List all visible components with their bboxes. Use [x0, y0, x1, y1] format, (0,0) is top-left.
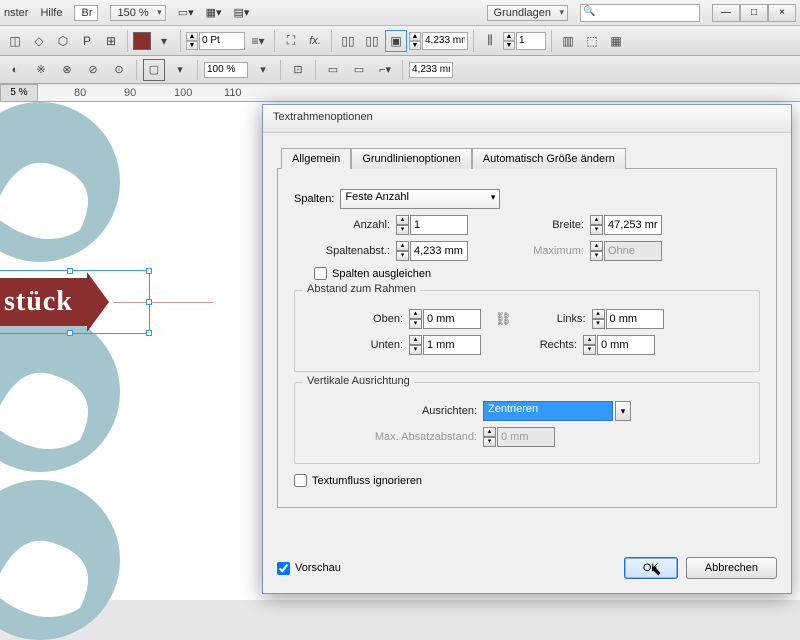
tool-icon[interactable]: ◐	[4, 59, 26, 81]
search-input[interactable]	[580, 4, 700, 22]
valign-legend: Vertikale Ausrichtung	[303, 375, 414, 387]
preview-checkbox[interactable]	[277, 562, 290, 575]
gutter-label: Spaltenabst.:	[294, 245, 390, 257]
tool-icon[interactable]: ⬚	[581, 30, 603, 52]
tool-icon[interactable]: ⬡	[52, 30, 74, 52]
inset-left-field[interactable]: ▴▾	[592, 309, 664, 329]
control-panel-row2: ◐ ※ ⊗ ⊘ ⊙ ▢ ▾ ▾ ⊡ ▭ ▭ ⌐▾	[0, 56, 800, 84]
columns-mode-dropdown[interactable]: Feste Anzahl	[340, 189, 500, 209]
link-icon[interactable]: ⛓	[495, 311, 512, 327]
menu-fenster[interactable]: nster	[4, 7, 28, 19]
tool-icon[interactable]: ※	[30, 59, 52, 81]
tool-icon[interactable]: ⊡	[287, 59, 309, 81]
tool-icon[interactable]: ▦	[605, 30, 627, 52]
columns-icon[interactable]: ⫼	[479, 30, 501, 52]
dropdown-icon[interactable]: ▾	[252, 59, 274, 81]
dropdown-icon[interactable]: ▾	[153, 30, 175, 52]
artwork-circle	[0, 102, 120, 262]
tool-icon[interactable]: ◇	[28, 30, 50, 52]
percent-field[interactable]	[204, 62, 248, 78]
chevron-down-icon[interactable]: ▾	[615, 401, 631, 421]
cancel-button[interactable]: Abbrechen	[686, 557, 777, 579]
inset-bottom-label: Unten:	[307, 339, 403, 351]
tab-general[interactable]: Allgemein	[281, 148, 351, 169]
tab-baseline[interactable]: Grundlinienoptionen	[351, 148, 471, 169]
tab-autosize[interactable]: Automatisch Größe ändern	[472, 148, 626, 169]
control-panel-row1: ◫ ◇ ⬡ P ⊞ ▾ ▲▼ ≡▾ ⛶ fx. ▯▯ ▯▯ ▣ ▲▼ ⫼ ▲▼ …	[0, 26, 800, 56]
width-label: Breite:	[474, 219, 584, 231]
maximum-field: ▴▾	[590, 241, 662, 261]
screen-mode-icon[interactable]: ▭▾	[178, 6, 194, 19]
arrange-icon[interactable]: ▦▾	[206, 6, 222, 19]
stroke-style-icon[interactable]: ≡▾	[247, 30, 269, 52]
fill-swatch[interactable]	[133, 32, 151, 50]
gutter-field[interactable]: ▴▾	[396, 241, 468, 261]
count-field[interactable]: ▴▾	[396, 215, 468, 235]
fx-icon[interactable]: fx.	[304, 30, 326, 52]
dialog-tabs: Allgemein Grundlinienoptionen Automatisc…	[281, 147, 791, 168]
scale-icon[interactable]: ⛶	[280, 30, 302, 52]
inset-spacing-group: Abstand zum Rahmen Oben: ▴▾ ⛓ Links: ▴▾ …	[294, 290, 760, 372]
horizontal-ruler: 80 90 100 110	[38, 86, 800, 102]
text-tool-icon[interactable]: P	[76, 30, 98, 52]
max-para-label: Max. Absatzabstand:	[307, 431, 477, 443]
menu-hilfe[interactable]: Hilfe	[40, 7, 62, 19]
dialog-footer: Vorschau OK Abbrechen	[277, 557, 777, 579]
artwork-circle	[0, 480, 120, 640]
artwork-circle	[0, 312, 120, 472]
ignore-text-wrap-checkbox[interactable]	[294, 474, 307, 487]
width-field[interactable]: ▴▾	[590, 215, 662, 235]
columns-count-field[interactable]: ▲▼	[503, 32, 546, 50]
tab-panel-general: Spalten: Feste Anzahl Anzahl: ▴▾ Breite:…	[277, 168, 777, 508]
frame-options-icon[interactable]: ▥	[557, 30, 579, 52]
stroke-swatch[interactable]: ▢	[143, 59, 165, 81]
dropdown-icon[interactable]: ▾	[169, 59, 191, 81]
inset-bottom-field[interactable]: ▴▾	[409, 335, 481, 355]
zoom-readout: 5 %	[0, 84, 38, 102]
balance-columns-checkbox[interactable]	[314, 267, 327, 280]
corner-icon[interactable]: ⌐▾	[374, 59, 396, 81]
balance-columns-label: Spalten ausgleichen	[332, 268, 431, 280]
workspace-dropdown[interactable]: Grundlagen	[487, 5, 569, 21]
gutter-field[interactable]	[409, 62, 453, 78]
align-label: Ausrichten:	[307, 405, 477, 417]
tool-icon[interactable]: ◫	[4, 30, 26, 52]
text-frame-options-dialog: Textrahmenoptionen Allgemein Grundlinien…	[262, 104, 792, 594]
gap-field[interactable]: ▲▼	[409, 32, 468, 50]
ignore-text-wrap-label: Textumfluss ignorieren	[312, 475, 422, 487]
window-close-icon[interactable]: ×	[768, 4, 796, 22]
text-wrap-icon[interactable]: ▣	[385, 30, 407, 52]
tool-icon[interactable]: ▭	[322, 59, 344, 81]
preview-label: Vorschau	[295, 562, 341, 574]
tool-icon[interactable]: ⊘	[82, 59, 104, 81]
view-options-icon[interactable]: ▤▾	[234, 6, 250, 19]
tool-icon[interactable]: ▭	[348, 59, 370, 81]
stroke-weight-field[interactable]: ▲▼	[186, 32, 245, 50]
inset-left-label: Links:	[526, 313, 586, 325]
ok-button[interactable]: OK	[624, 557, 678, 579]
vertical-justification-group: Vertikale Ausrichtung Ausrichten: Zentri…	[294, 382, 760, 464]
inset-right-field[interactable]: ▴▾	[583, 335, 655, 355]
tool-icon[interactable]: ⊞	[100, 30, 122, 52]
inset-legend: Abstand zum Rahmen	[303, 283, 420, 295]
window-minimize-icon[interactable]: —	[712, 4, 740, 22]
align-icon[interactable]: ▯▯	[361, 30, 383, 52]
inset-top-field[interactable]: ▴▾	[409, 309, 481, 329]
bridge-button[interactable]: Br	[74, 5, 98, 21]
align-dropdown[interactable]: Zentrieren ▾	[483, 401, 631, 421]
columns-label: Spalten:	[294, 193, 334, 205]
align-icon[interactable]: ▯▯	[337, 30, 359, 52]
menu-bar: nster Hilfe Br 150 % ▭▾ ▦▾ ▤▾ Grundlagen…	[0, 0, 800, 26]
dialog-title: Textrahmenoptionen	[263, 105, 791, 133]
selection-bounding-box[interactable]	[0, 270, 150, 334]
tool-icon[interactable]: ⊙	[108, 59, 130, 81]
maximum-label: Maximum:	[474, 245, 584, 257]
window-maximize-icon[interactable]: □	[740, 4, 768, 22]
inset-right-label: Rechts:	[517, 339, 577, 351]
max-para-field: ▴▾	[483, 427, 555, 447]
inset-top-label: Oben:	[307, 313, 403, 325]
count-label: Anzahl:	[294, 219, 390, 231]
tool-icon[interactable]: ⊗	[56, 59, 78, 81]
zoom-level-dropdown[interactable]: 150 %	[110, 5, 165, 21]
